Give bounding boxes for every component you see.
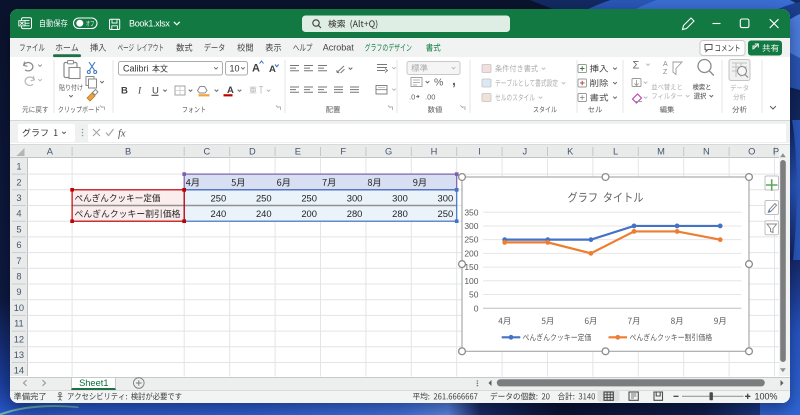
svg-text:200: 200: [464, 248, 478, 258]
svg-text:240: 240: [256, 208, 272, 219]
svg-text:%: %: [434, 77, 443, 89]
svg-text:300: 300: [392, 192, 408, 203]
svg-text:250: 250: [301, 192, 317, 203]
svg-text:,: ,: [452, 72, 456, 88]
svg-text:12: 12: [14, 334, 24, 344]
svg-text:300: 300: [464, 221, 478, 231]
svg-text:A: A: [252, 63, 260, 75]
svg-text:A: A: [47, 147, 54, 157]
svg-text:N: N: [703, 147, 710, 157]
svg-text:250: 250: [464, 235, 478, 245]
svg-text:10: 10: [14, 303, 24, 313]
svg-text:J: J: [522, 147, 527, 157]
svg-text:4: 4: [16, 209, 21, 219]
svg-text:11: 11: [14, 319, 24, 329]
svg-text:H: H: [431, 147, 438, 157]
svg-text:2: 2: [16, 177, 21, 187]
svg-text:100%: 100%: [754, 392, 777, 402]
svg-text:9: 9: [16, 287, 21, 297]
svg-text:D: D: [249, 147, 256, 157]
svg-text:300: 300: [438, 192, 454, 203]
svg-text:I: I: [137, 87, 142, 97]
svg-text:Sheet1: Sheet1: [79, 378, 108, 388]
svg-text:F: F: [340, 147, 346, 157]
svg-text:C: C: [204, 147, 211, 157]
svg-text:10: 10: [230, 63, 240, 73]
svg-text:250: 250: [211, 192, 227, 203]
svg-text:Σ: Σ: [633, 60, 640, 72]
svg-text:280: 280: [392, 208, 408, 219]
svg-text:Z: Z: [663, 69, 668, 76]
svg-text:.0: .0: [409, 93, 415, 102]
svg-text:100: 100: [464, 276, 478, 286]
svg-text:0: 0: [474, 303, 479, 313]
svg-text:U: U: [152, 86, 159, 97]
svg-text:G: G: [385, 147, 392, 157]
svg-text:B: B: [125, 147, 131, 157]
svg-text:A: A: [663, 61, 668, 68]
svg-text:5: 5: [16, 224, 21, 234]
svg-text:6: 6: [16, 240, 21, 250]
svg-text:.00: .00: [425, 93, 435, 102]
svg-text:8: 8: [16, 272, 21, 282]
svg-text:B: B: [121, 86, 128, 97]
svg-text:50: 50: [469, 290, 479, 300]
svg-text:150: 150: [464, 262, 478, 272]
svg-text:3: 3: [16, 193, 21, 203]
svg-text:E: E: [295, 147, 301, 157]
svg-text:M: M: [657, 147, 665, 157]
svg-text:I: I: [478, 147, 481, 157]
svg-text:240: 240: [211, 208, 227, 219]
svg-text:A: A: [269, 64, 276, 75]
svg-text:A: A: [227, 85, 234, 96]
svg-text:fx: fx: [118, 129, 126, 140]
svg-text:L: L: [613, 147, 618, 157]
svg-text:250: 250: [438, 208, 454, 219]
svg-text:14: 14: [14, 366, 24, 376]
svg-text:P: P: [773, 147, 779, 157]
svg-text:Calibri: Calibri: [123, 63, 149, 73]
svg-text:O: O: [748, 147, 755, 157]
svg-text:250: 250: [256, 192, 272, 203]
svg-text:200: 200: [301, 208, 317, 219]
svg-text:7: 7: [16, 256, 21, 266]
svg-text:13: 13: [14, 350, 24, 360]
svg-text:280: 280: [347, 208, 363, 219]
svg-text:Book1.xlsx: Book1.xlsx: [129, 19, 170, 29]
svg-text:1: 1: [16, 162, 21, 172]
svg-text:K: K: [567, 147, 574, 157]
svg-text:Acrobat: Acrobat: [323, 43, 355, 53]
svg-text:350: 350: [464, 207, 478, 217]
svg-text:300: 300: [347, 192, 363, 203]
